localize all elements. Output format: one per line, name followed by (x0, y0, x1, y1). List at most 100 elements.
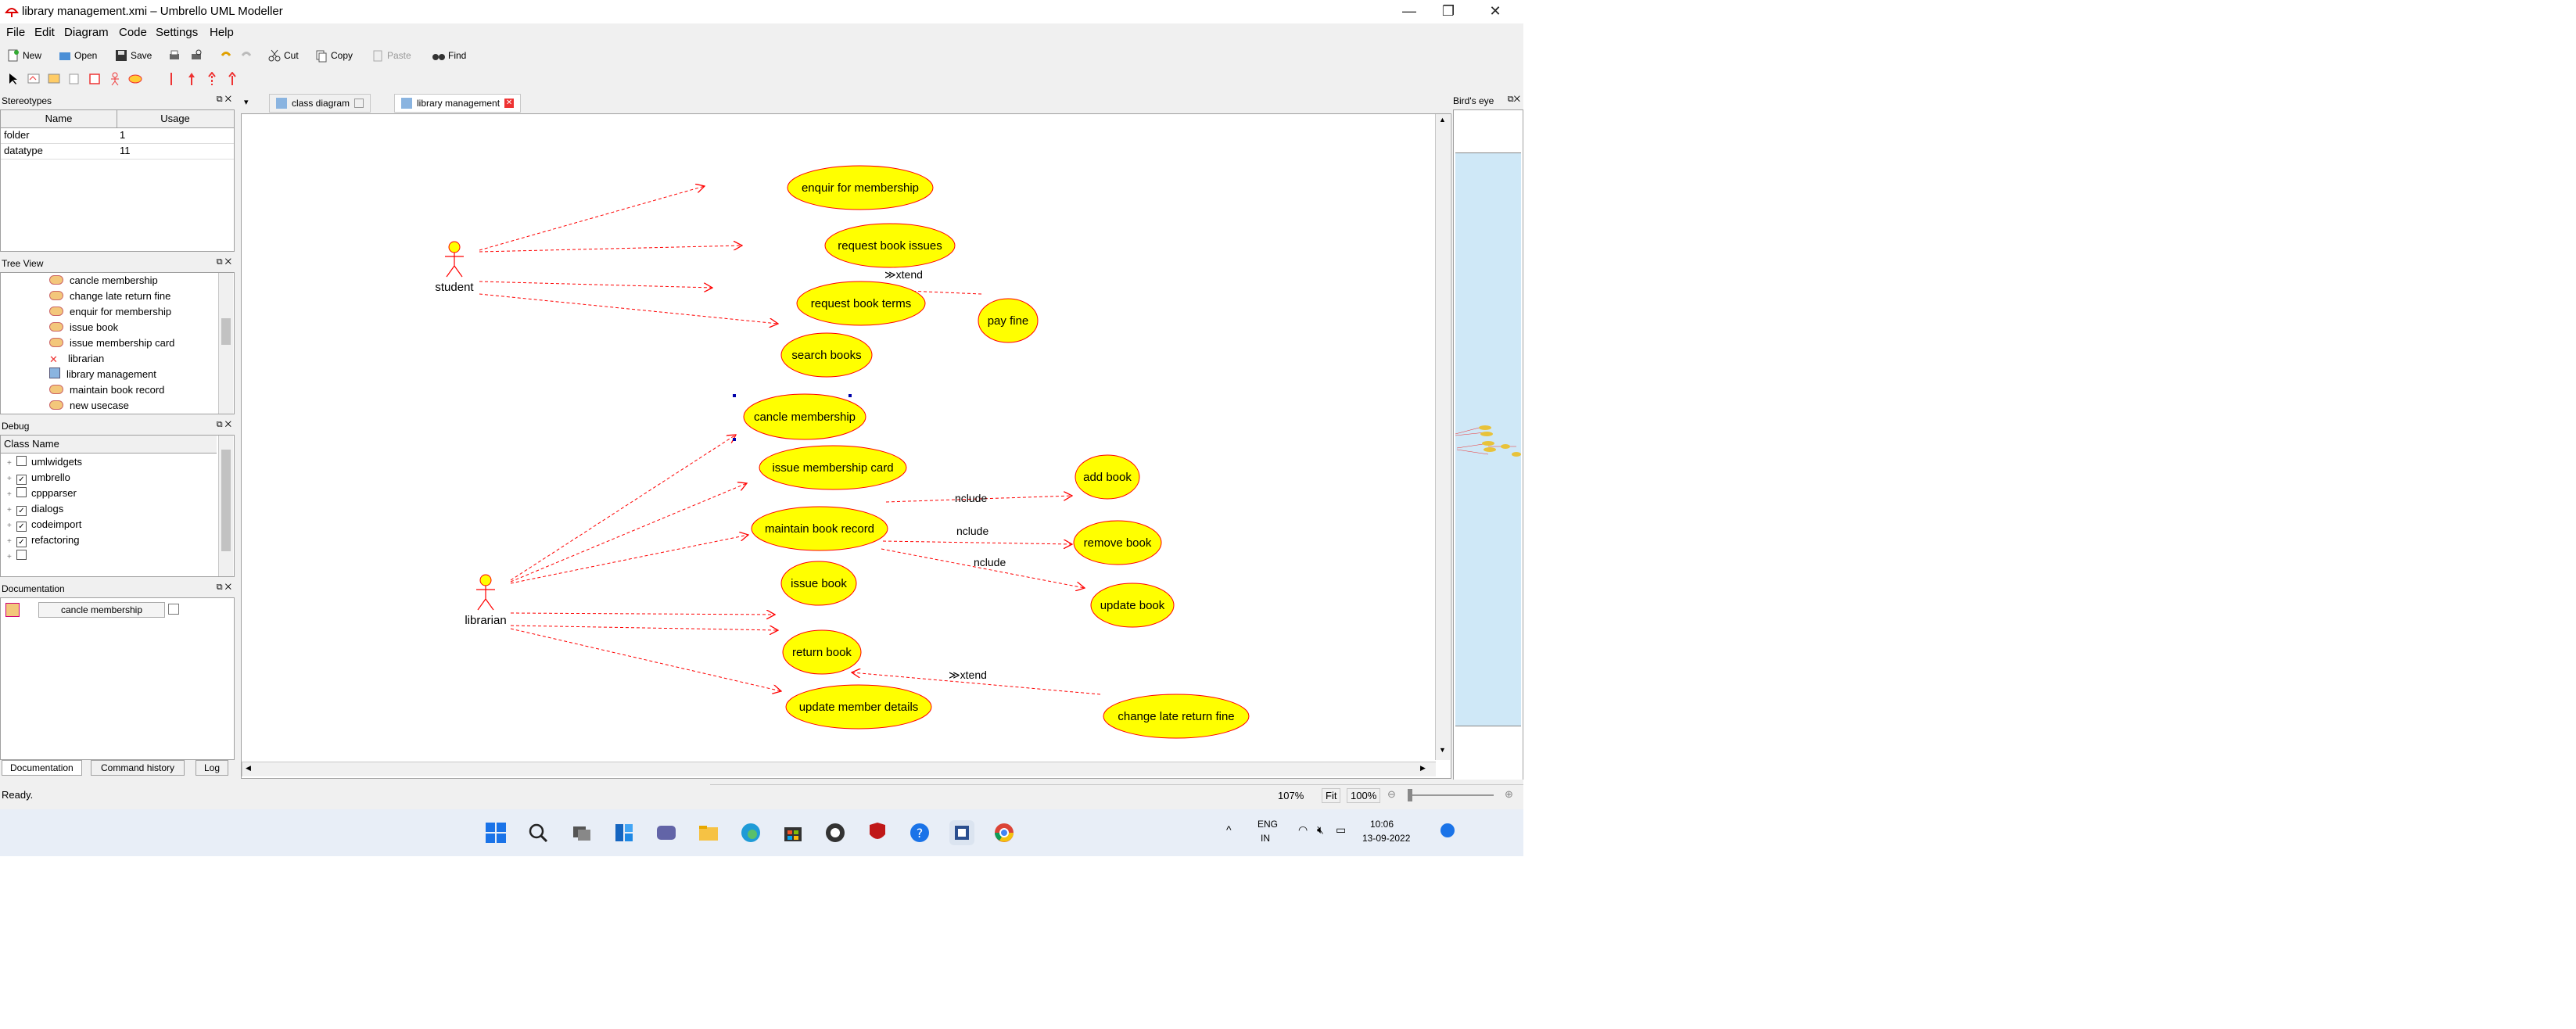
print-preview-icon[interactable] (189, 48, 203, 63)
debug-checkbox[interactable]: ✓ (16, 537, 27, 547)
dependency-tool-icon[interactable] (205, 71, 219, 86)
menu-settings[interactable]: Settings (156, 26, 198, 39)
copy-button[interactable]: Copy (314, 47, 353, 64)
scroll-right-icon[interactable]: ▶ (1420, 764, 1426, 773)
zoom-100-button[interactable]: 100% (1347, 788, 1381, 803)
diagram-canvas[interactable]: enquir for membership request book issues… (241, 113, 1451, 779)
tree-item[interactable]: new usecase (49, 398, 213, 414)
doc-selected-field[interactable]: cancle membership (38, 602, 165, 618)
umbrello-taskbar-icon[interactable] (949, 820, 974, 845)
battery-icon[interactable]: ▭ (1336, 823, 1346, 837)
debug-row[interactable]: + umlwidgets (1, 454, 217, 470)
fit-button[interactable]: Fit (1322, 788, 1341, 803)
expand-icon[interactable]: + (7, 503, 16, 518)
expand-icon[interactable]: + (7, 518, 16, 534)
relationship-arrow[interactable] (510, 628, 781, 691)
tab-class-diagram[interactable]: class diagram (269, 94, 371, 113)
expand-icon[interactable]: + (7, 471, 16, 487)
dock-float-close-icon[interactable]: ⧉ ✕ (217, 583, 231, 593)
usecase-update-member[interactable]: update member details (785, 684, 932, 730)
debug-checkbox[interactable] (16, 550, 27, 560)
canvas-vscrollbar[interactable]: ▲ ▼ (1435, 114, 1450, 760)
class-name-header[interactable]: Class Name (4, 438, 59, 450)
usecase-enquir[interactable]: enquir for membership (787, 165, 934, 210)
usecase-remove-book[interactable]: remove book (1073, 520, 1162, 565)
dock-float-close-icon[interactable]: ⧉ ✕ (217, 420, 231, 430)
table-row[interactable]: folder 1 (1, 127, 234, 144)
debug-checkbox[interactable] (16, 456, 27, 466)
close-button[interactable]: ✕ (1476, 0, 1514, 23)
mcafee-icon[interactable] (865, 820, 890, 845)
usecase-diagram[interactable]: enquir for membership request book issues… (242, 114, 1433, 760)
selection-handle[interactable] (733, 438, 736, 441)
usecase-update-book[interactable]: update book (1090, 583, 1175, 628)
tab-log[interactable]: Log (196, 760, 229, 776)
usecase-change-fine[interactable]: change late return fine (1103, 694, 1250, 739)
widgets-icon[interactable] (612, 820, 637, 845)
actor-tool-icon[interactable] (108, 72, 122, 86)
menu-help[interactable]: Help (210, 26, 234, 39)
relationship-arrow[interactable] (510, 483, 747, 583)
doc-checkbox[interactable] (168, 604, 179, 615)
usecase-request-issues[interactable]: request book issues (824, 223, 956, 268)
menu-file[interactable]: File (6, 26, 25, 39)
usecase-issue-card[interactable]: issue membership card (759, 445, 907, 490)
wifi-icon[interactable]: ◠ (1298, 823, 1308, 837)
teams-chat-icon[interactable] (654, 820, 679, 845)
debug-row[interactable]: + ✓ dialogs (1, 501, 217, 517)
debug-row[interactable]: + cppparser (1, 486, 217, 501)
minimize-button[interactable]: — (1390, 0, 1428, 23)
label-tool-icon[interactable] (67, 72, 81, 86)
open-button[interactable]: Open (58, 47, 97, 64)
tree-item[interactable]: cancle membership (49, 273, 213, 289)
expand-icon[interactable]: + (7, 456, 16, 471)
usecase-cancle[interactable]: cancle membership (743, 393, 866, 440)
debug-scrollbar[interactable] (218, 436, 233, 576)
relationship-arrow[interactable] (510, 625, 778, 630)
usecase-request-terms[interactable]: request book terms (796, 281, 926, 326)
menu-edit[interactable]: Edit (34, 26, 55, 39)
relationship-arrow[interactable] (881, 548, 1085, 588)
usecase-maintain[interactable]: maintain book record (751, 506, 888, 551)
edge-browser-icon[interactable] (738, 820, 763, 845)
expand-icon[interactable]: + (7, 550, 16, 565)
usecase-search-books[interactable]: search books (780, 332, 873, 378)
relationship-arrow[interactable] (479, 186, 705, 251)
usecase-tool-icon[interactable] (128, 72, 142, 86)
scroll-down-icon[interactable]: ▼ (1439, 746, 1446, 754)
store-icon[interactable] (780, 820, 805, 845)
zoom-slider[interactable] (1408, 794, 1494, 796)
scroll-up-icon[interactable]: ▲ (1439, 116, 1446, 124)
usecase-pay-fine[interactable]: pay fine (978, 298, 1039, 343)
relationship-arrow[interactable] (479, 246, 742, 253)
selection-handle[interactable] (849, 394, 852, 397)
dock-float-close-icon[interactable]: ⧉ ✕ (217, 95, 231, 105)
relationship-arrow[interactable] (479, 293, 778, 324)
scroll-left-icon[interactable]: ◀ (246, 764, 251, 773)
debug-checkbox[interactable]: ✓ (16, 506, 27, 516)
note-tool-icon[interactable] (27, 72, 41, 86)
scrollbar-thumb[interactable] (221, 318, 231, 345)
select-arrow-icon[interactable] (6, 72, 20, 86)
tab-close-icon[interactable] (354, 99, 364, 108)
language-ime-line2[interactable]: IN (1261, 833, 1270, 844)
association-tool-icon[interactable] (164, 72, 178, 86)
usecase-return-book[interactable]: return book (782, 629, 862, 675)
task-view-icon[interactable] (569, 820, 594, 845)
tree-item[interactable]: library management (49, 367, 213, 382)
volume-muted-icon[interactable]: 🔇︎ (1317, 823, 1324, 837)
col-name-header[interactable]: Name (1, 110, 117, 127)
anchor-tool-icon[interactable] (47, 72, 61, 86)
undo-icon[interactable] (219, 48, 233, 63)
debug-checkbox[interactable]: ✓ (16, 522, 27, 532)
usecase-issue-book[interactable]: issue book (780, 561, 857, 606)
tab-close-icon[interactable]: ✕ (504, 99, 515, 108)
tree-scrollbar[interactable] (218, 273, 233, 414)
clock-time[interactable]: 10:06 (1370, 819, 1394, 830)
tree-item[interactable]: issue membership card (49, 335, 213, 351)
zoom-in-icon[interactable]: ⊕ (1505, 788, 1513, 801)
tab-command-history[interactable]: Command history (91, 760, 185, 776)
file-explorer-icon[interactable] (696, 820, 721, 845)
expand-icon[interactable]: + (7, 534, 16, 550)
canvas-hscrollbar[interactable]: ◀ ▶ (242, 762, 1436, 776)
